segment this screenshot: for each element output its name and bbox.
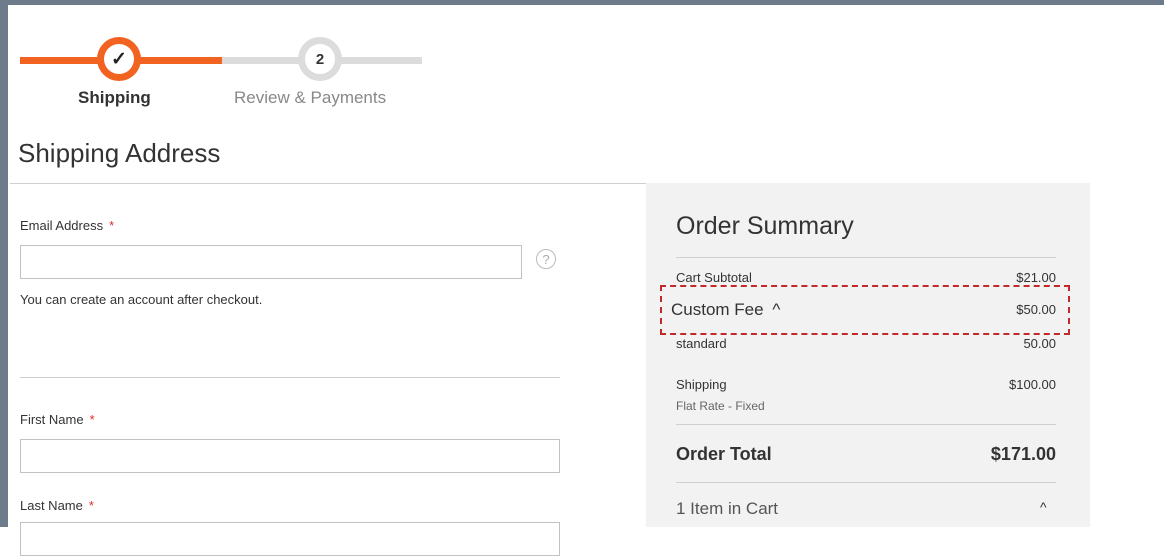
required-marker: * (88, 498, 94, 513)
cart-subtotal-value: $21.00 (1016, 270, 1056, 285)
first-name-label: First Name * (20, 412, 95, 427)
divider (676, 257, 1056, 258)
divider (676, 482, 1056, 483)
divider (10, 183, 646, 184)
order-total-value: $171.00 (990, 444, 1056, 464)
standard-fee-value: 50.00 (1023, 336, 1056, 351)
step-shipping-indicator[interactable]: ✓ (97, 37, 141, 81)
email-label: Email Address * (20, 218, 114, 233)
last-name-label-text: Last Name (20, 498, 83, 513)
custom-fee-label: Custom Fee (671, 300, 764, 319)
email-label-text: Email Address (20, 218, 104, 233)
step-shipping-label[interactable]: Shipping (78, 88, 151, 108)
last-name-label: Last Name * (20, 498, 94, 513)
divider (676, 424, 1056, 425)
step-review-indicator[interactable]: 2 (298, 37, 342, 81)
checkmark-icon: ✓ (104, 44, 134, 74)
step-review-label[interactable]: Review & Payments (234, 88, 386, 108)
first-name-field[interactable] (20, 439, 560, 473)
chevron-up-icon[interactable]: ^ (1040, 499, 1047, 515)
account-note: You can create an account after checkout… (20, 292, 263, 307)
page-title: Shipping Address (18, 138, 221, 168)
first-name-label-text: First Name (20, 412, 84, 427)
help-icon[interactable]: ? (536, 249, 556, 269)
required-marker: * (89, 412, 95, 427)
shipping-value: $100.00 (1009, 377, 1056, 392)
items-in-cart-label[interactable]: 1 Item in Cart (676, 499, 778, 519)
order-total-label: Order Total (676, 444, 772, 464)
standard-fee-label: standard (676, 336, 727, 351)
email-field[interactable] (20, 245, 522, 279)
custom-fee-toggle[interactable]: Custom Fee ^ (671, 300, 780, 320)
shipping-method: Flat Rate - Fixed (676, 399, 765, 413)
last-name-field[interactable] (20, 522, 560, 556)
custom-fee-value: $50.00 (1016, 302, 1056, 317)
divider (20, 377, 560, 378)
step-number: 2 (305, 44, 335, 74)
order-summary-title: Order Summary (676, 212, 854, 240)
shipping-label: Shipping (676, 377, 727, 392)
required-marker: * (109, 218, 115, 233)
chevron-up-icon: ^ (772, 300, 781, 319)
cart-subtotal-label: Cart Subtotal (676, 270, 752, 285)
